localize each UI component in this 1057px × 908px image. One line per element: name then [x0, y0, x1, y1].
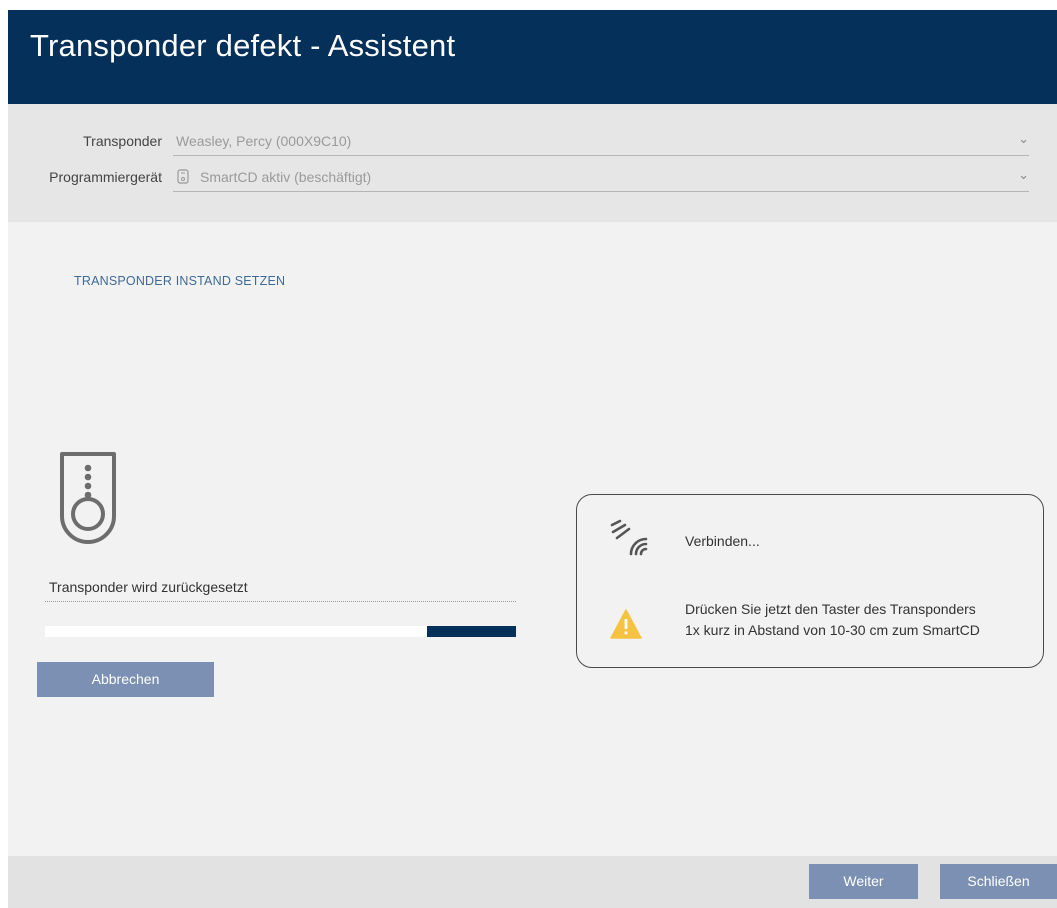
close-button[interactable]: Schließen [940, 864, 1057, 899]
transponder-row: Transponder Weasley, Percy (000X9C10) ⌄ [8, 128, 1057, 156]
status-text: Transponder wird zurückgesetzt [49, 579, 248, 595]
instruction-line-2: 1x kurz in Abstand von 10-30 cm zum Smar… [685, 622, 980, 638]
connecting-text: Verbinden... [685, 533, 760, 549]
progress-bar [45, 626, 516, 637]
next-button[interactable]: Weiter [809, 864, 918, 899]
cancel-button[interactable]: Abbrechen [37, 662, 214, 697]
chevron-down-icon: ⌄ [1018, 131, 1029, 146]
status-label: Transponder wird zurückgesetzt [45, 578, 516, 602]
progress-fill [427, 626, 516, 637]
transponder-fob-icon [60, 452, 116, 544]
footer-bar: Weiter Schließen [8, 856, 1057, 908]
programmer-select[interactable]: SmartCD aktiv (beschäftigt) ⌄ [173, 164, 1029, 192]
programmer-device-icon [177, 169, 189, 184]
programmer-row: Programmiergerät SmartCD aktiv (beschäft… [8, 164, 1057, 192]
programmer-value: SmartCD aktiv (beschäftigt) [200, 169, 372, 185]
transponder-select[interactable]: Weasley, Percy (000X9C10) ⌄ [173, 128, 1029, 156]
transponder-value: Weasley, Percy (000X9C10) [176, 133, 352, 149]
selection-form: Transponder Weasley, Percy (000X9C10) ⌄ … [8, 104, 1057, 222]
title-bar: Transponder defekt - Assistent [8, 10, 1057, 104]
info-panel: Verbinden... Drücken Sie jetzt den Taste… [576, 494, 1044, 668]
warning-triangle-icon [610, 609, 642, 639]
section-heading: TRANSPONDER INSTAND SETZEN [74, 274, 286, 288]
programmer-label: Programmiergerät [49, 169, 162, 185]
chevron-down-icon: ⌄ [1018, 167, 1029, 182]
window-title: Transponder defekt - Assistent [30, 28, 456, 63]
instruction-line-1: Drücken Sie jetzt den Taster des Transpo… [685, 601, 976, 617]
transponder-label: Transponder [83, 133, 162, 149]
assistant-window: Transponder defekt - Assistent Transpond… [8, 10, 1057, 908]
wireless-signal-icon [610, 519, 648, 556]
